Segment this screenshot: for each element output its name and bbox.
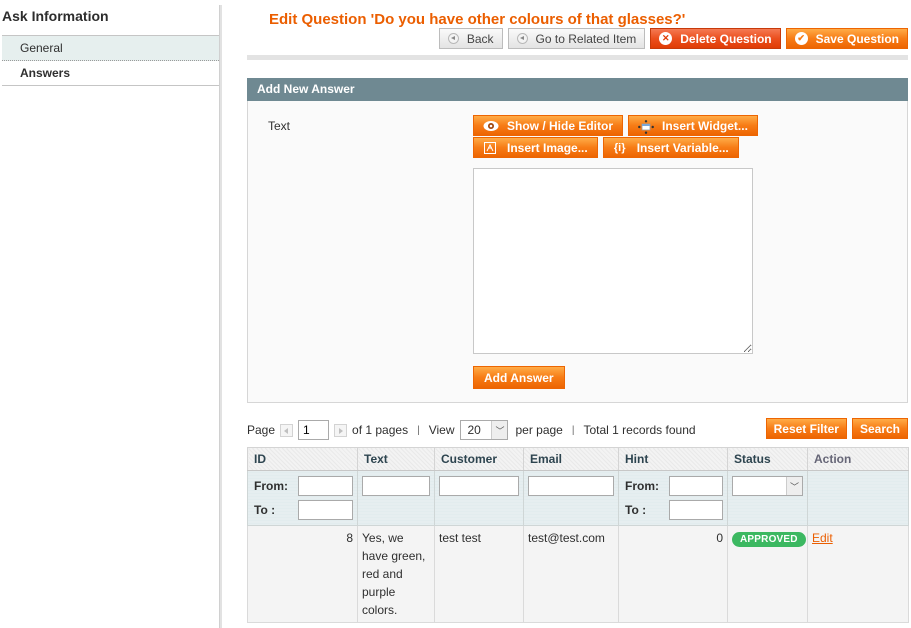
back-button-label: Back [466,31,494,46]
page-number-input[interactable] [298,420,330,440]
eye-icon [483,120,499,132]
delete-x-icon: ✕ [659,32,673,45]
column-header-hint[interactable]: Hint [618,447,728,471]
pager-separator: | [571,424,575,436]
table-row: 8 Yes, we have green, red and purple col… [247,525,909,623]
answers-grid: ID Text Customer Email Hint Status Actio… [247,447,909,623]
column-header-action: Action [807,447,909,471]
filter-status: ﹀ [727,470,808,526]
sidebar-divider [219,5,222,628]
insert-variable-label: Insert Variable... [636,140,729,155]
delete-question-button[interactable]: ✕ Delete Question [650,28,781,49]
cell-id: 8 [247,525,358,623]
filter-id: From: To : [247,470,358,526]
column-header-email[interactable]: Email [523,447,619,471]
answer-text-input[interactable] [473,168,753,354]
column-header-id[interactable]: ID [247,447,358,471]
filter-email [523,470,619,526]
save-question-label: Save Question [815,31,899,46]
save-question-button[interactable]: ✔ Save Question [785,28,908,49]
filter-hint-from-input[interactable] [669,476,723,496]
edit-link[interactable]: Edit [812,531,833,545]
cell-status: APPROVED [727,525,808,623]
per-page-label: per page [515,423,563,437]
column-header-status[interactable]: Status [727,447,808,471]
sidebar-item-answers[interactable]: Answers [2,61,221,86]
add-answer-panel: Text Show / Hide Editor Insert Widget... [247,101,908,403]
filter-hint: From: To : [618,470,728,526]
grid-filter-row: From: To : From: To : ﹀ [247,470,909,526]
grid-actions: Reset Filter Search [765,418,908,439]
add-answer-panel-header: Add New Answer [247,78,908,101]
show-hide-editor-button[interactable]: Show / Hide Editor [473,115,624,136]
filter-id-to-label: To : [254,503,276,517]
checkmark-icon: ✔ [794,32,808,45]
page-actions: Back Go to Related Item ✕ Delete Questio… [438,28,908,49]
go-to-related-item-label: Go to Related Item [535,31,637,46]
cell-text: Yes, we have green, red and purple color… [357,525,435,623]
back-button[interactable]: Back [438,28,503,49]
search-button[interactable]: Search [851,418,908,439]
next-page-icon[interactable] [334,423,348,437]
filter-text-input[interactable] [362,476,430,496]
sidebar-title: Ask Information [2,8,109,24]
total-records: Total 1 records found [583,423,696,437]
sidebar-tabs: General Answers [2,35,221,86]
image-icon [483,141,497,154]
text-field-label: Text [268,119,291,133]
view-label: View [428,423,455,437]
filter-action [807,470,909,526]
filter-hint-from-label: From: [625,479,659,493]
add-answer-button[interactable]: Add Answer [473,366,565,389]
reset-filter-button[interactable]: Reset Filter [765,418,847,439]
grid-pager: Page of 1 pages | View 20 ﹀ per page | T… [247,419,696,441]
column-header-customer[interactable]: Customer [434,447,524,471]
filter-id-from-input[interactable] [298,476,353,496]
filter-email-input[interactable] [528,476,614,496]
page-count: of 1 pages [352,423,409,437]
show-hide-editor-label: Show / Hide Editor [507,118,614,133]
column-header-text[interactable]: Text [357,447,435,471]
chevron-down-icon: ﹀ [491,421,508,439]
editor-toolbar: Show / Hide Editor Insert Widget... Inse… [473,115,763,159]
pager-separator: | [417,424,420,436]
sidebar: Ask Information General Answers [0,0,222,628]
filter-customer-input[interactable] [439,476,519,496]
cell-customer: test test [434,525,524,623]
back-arrow-icon [447,33,459,44]
insert-image-label: Insert Image... [507,140,588,155]
filter-id-to-input[interactable] [298,500,353,520]
grid-header-row: ID Text Customer Email Hint Status Actio… [247,447,909,471]
page-label: Page [247,423,276,437]
filter-hint-to-label: To : [625,503,647,517]
go-to-related-item-button[interactable]: Go to Related Item [507,28,646,49]
cell-action: Edit [807,525,909,623]
chevron-down-icon: ﹀ [786,477,802,495]
per-page-value: 20 [467,423,481,437]
previous-page-icon[interactable] [280,423,294,437]
cell-hint: 0 [618,525,728,623]
variable-braces-icon: {i} [613,141,626,154]
filter-text [357,470,435,526]
filter-id-from-label: From: [254,479,288,493]
per-page-select[interactable]: 20 ﹀ [460,420,509,440]
filter-status-select[interactable]: ﹀ [732,476,803,496]
status-badge: APPROVED [732,532,806,547]
sidebar-item-general[interactable]: General [2,36,221,61]
filter-customer [434,470,524,526]
header-divider [247,55,908,60]
back-arrow-icon [516,33,528,44]
insert-image-button[interactable]: Insert Image... [473,137,598,158]
cell-email: test@test.com [523,525,619,623]
insert-variable-button[interactable]: {i} Insert Variable... [602,137,739,158]
widget-icon [638,119,654,134]
delete-question-label: Delete Question [680,31,772,46]
page-title: Edit Question 'Do you have other colours… [269,11,686,28]
insert-widget-label: Insert Widget... [662,118,748,133]
filter-hint-to-input[interactable] [669,500,723,520]
insert-widget-button[interactable]: Insert Widget... [628,115,758,136]
